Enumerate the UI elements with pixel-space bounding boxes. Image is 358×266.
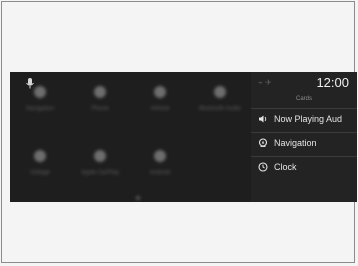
navigation-app-icon xyxy=(34,86,46,98)
card-clock[interactable]: Clock xyxy=(251,156,357,178)
app-tile-bluetooth-audio[interactable]: Bluetooth Audio xyxy=(192,86,248,126)
voltage-app-icon xyxy=(34,150,46,162)
card-label: Clock xyxy=(274,162,297,172)
clock-icon xyxy=(258,162,268,172)
app-tile-phone[interactable]: Phone xyxy=(72,86,128,126)
infotainment-screen: Navigation Phone Vehicle Bluetooth Audio… xyxy=(10,72,357,202)
home-screen: Navigation Phone Vehicle Bluetooth Audio… xyxy=(10,72,250,202)
android-app-icon xyxy=(154,150,166,162)
speaker-icon xyxy=(259,115,267,123)
app-tile-vehicle[interactable]: Vehicle xyxy=(132,86,188,126)
signal-icon: ⌁ ✈ xyxy=(258,78,272,87)
card-navigation[interactable]: Navigation xyxy=(251,132,357,154)
status-bar: ⌁ ✈ 12:00 xyxy=(251,72,357,92)
vehicle-app-icon xyxy=(154,86,166,98)
app-grid: Navigation Phone Vehicle Bluetooth Audio… xyxy=(10,72,250,202)
app-tile-voltage[interactable]: Voltage xyxy=(12,150,68,190)
app-label: Voltage xyxy=(29,170,51,176)
app-label: Apple CarPlay xyxy=(80,170,120,176)
card-now-playing[interactable]: Now Playing Aud xyxy=(251,108,357,130)
card-label: Navigation xyxy=(274,138,317,148)
app-label: Vehicle xyxy=(150,106,170,112)
app-label: Bluetooth Audio xyxy=(198,106,242,112)
phone-app-icon xyxy=(94,86,106,98)
app-tile-navigation[interactable]: Navigation xyxy=(12,86,68,126)
navigation-icon xyxy=(258,138,268,147)
card-label: Now Playing Aud xyxy=(274,114,343,124)
time-display: 12:00 xyxy=(316,75,349,90)
cards-title: Cards xyxy=(295,96,312,102)
app-tile-apple-carplay[interactable]: Apple CarPlay xyxy=(72,150,128,190)
bluetooth-app-icon xyxy=(214,86,226,98)
carplay-app-icon xyxy=(94,150,106,162)
app-label: Phone xyxy=(91,106,109,112)
cards-panel: ⌁ ✈ 12:00 Cards Now Playing Aud Navigati… xyxy=(251,72,357,202)
page-indicator xyxy=(136,196,140,200)
app-label: Android xyxy=(149,170,171,176)
app-tile-android[interactable]: Android xyxy=(132,150,188,190)
app-label: Navigation xyxy=(25,106,55,112)
